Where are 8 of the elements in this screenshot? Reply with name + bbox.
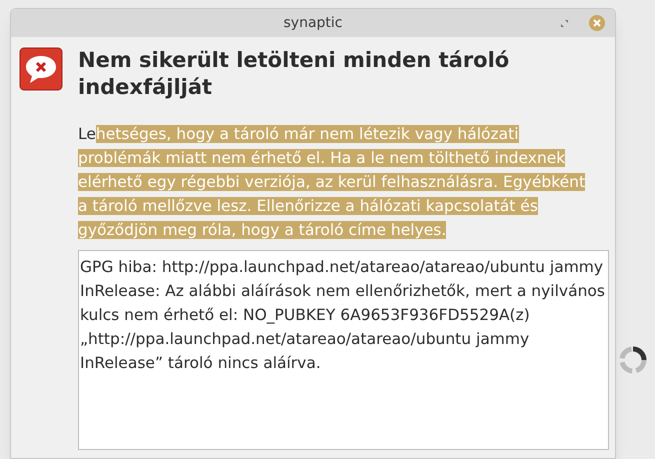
loading-spinner-icon <box>619 346 647 374</box>
close-icon[interactable] <box>589 15 605 31</box>
dialog-heading: Nem sikerült letölteni minden tároló indexfájlját <box>78 47 510 101</box>
error-icon <box>19 47 63 91</box>
restore-icon[interactable] <box>561 20 568 27</box>
window-title: synaptic <box>284 14 342 32</box>
message-text: Lehetséges, hogy a tároló már nem létezik vagy hálózati problémák miatt nem érhető el. Ha a le nem tölthető indexnek elérhető egy régebbi verziója, az kerül felhasználásra. Egyébként a tároló mellőzve lesz. Ellenőrizze a hálózati kapcsolatát és győződjön meg róla, hogy a tároló címe helyes. <box>78 124 586 241</box>
details-text-area: GPG hiba: http://ppa.launchpad.net/atareao/atareao/ubuntu jammy InRelease: Az alábbi aláírások nem ellenőrizhetők, mert a nyilvános kulcs nem érhető el: NO_PUBKEY 6A9653F936FD5529A(z) „http://ppa.launchpad.net/atareao/atareao/ubuntu jammy InRelease” tároló nincs aláírva. <box>78 250 609 450</box>
